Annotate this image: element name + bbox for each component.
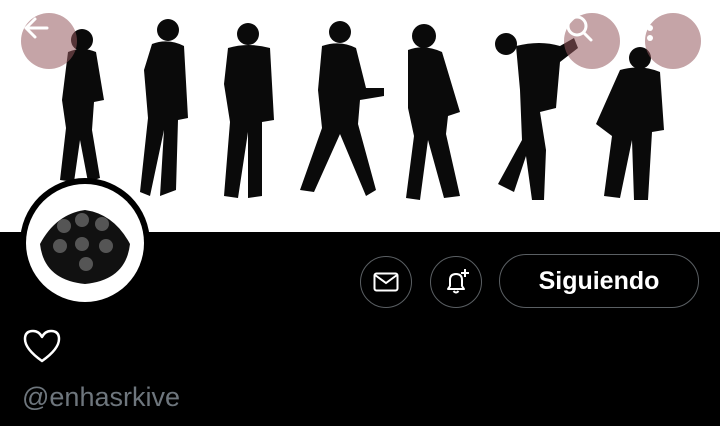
more-options-button[interactable] bbox=[645, 13, 701, 69]
search-icon bbox=[566, 15, 593, 42]
envelope-icon bbox=[373, 272, 399, 292]
search-button[interactable] bbox=[564, 13, 620, 69]
following-button[interactable]: Siguiendo bbox=[499, 254, 699, 308]
profile-handle: @enhasrkive bbox=[22, 382, 180, 412]
avatar-image bbox=[26, 184, 144, 302]
arrow-left-icon bbox=[24, 17, 49, 39]
message-button[interactable] bbox=[360, 256, 412, 308]
profile-avatar[interactable] bbox=[20, 178, 150, 308]
notifications-button[interactable] bbox=[430, 256, 482, 308]
more-vertical-icon bbox=[647, 15, 653, 41]
back-button[interactable] bbox=[21, 13, 77, 69]
bell-plus-icon bbox=[447, 269, 469, 294]
heart-icon bbox=[22, 328, 62, 369]
